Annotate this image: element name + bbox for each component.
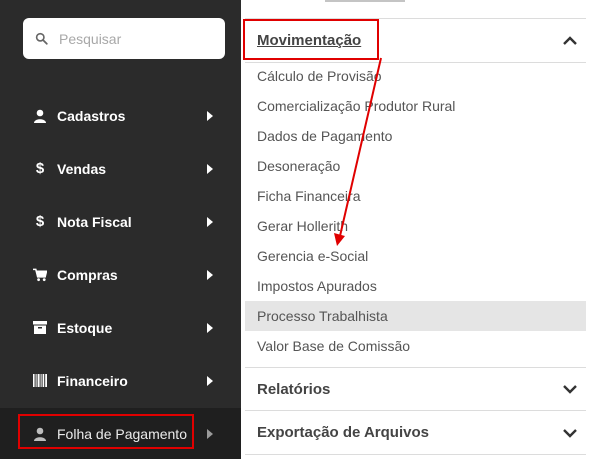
submenu-item-label: Valor Base de Comissão (257, 338, 411, 354)
submenu-item[interactable]: Comercialização Produtor Rural (245, 91, 586, 121)
user-icon (33, 427, 47, 441)
submenu-item[interactable]: Gerencia e-Social (245, 241, 586, 271)
search-icon (35, 32, 48, 45)
sidebar-item-cadastros[interactable]: Cadastros (0, 89, 241, 142)
caret-right-icon (207, 269, 213, 280)
section-relatorios[interactable]: Relatórios (245, 367, 586, 411)
submenu-item[interactable]: Valor Base de Comissão (245, 331, 586, 361)
dollar-icon: $ (35, 159, 45, 177)
sidebar-item-label: Cadastros (57, 107, 126, 124)
submenu-item-label: Impostos Apurados (257, 278, 377, 294)
caret-right-icon (207, 216, 213, 227)
sidebar-item-label: Nota Fiscal (57, 213, 132, 230)
submenu-item-label: Gerencia e-Social (257, 248, 369, 264)
submenu-item[interactable]: Gerar Hollerith (245, 211, 586, 241)
archive-icon (33, 321, 47, 335)
caret-right-icon (207, 428, 213, 439)
submenu-item[interactable]: Dados de Pagamento (245, 121, 586, 151)
submenu-item-label: Desoneração (257, 158, 341, 174)
barcode-icon (33, 374, 47, 388)
user-icon (33, 109, 47, 123)
sidebar-item-label: Financeiro (57, 372, 128, 389)
sidebar-item-label: Estoque (57, 319, 113, 336)
sidebar-item-folha-de-pagamento[interactable]: Folha de Pagamento (0, 408, 241, 459)
section-title: Movimentação (257, 32, 362, 49)
caret-right-icon (207, 375, 213, 386)
caret-right-icon (207, 322, 213, 333)
sidebar-item-compras[interactable]: Compras (0, 248, 241, 301)
submenu-panel: Movimentação Cálculo de Provisão Comerci… (241, 0, 606, 459)
caret-right-icon (207, 163, 213, 174)
caret-right-icon (207, 110, 213, 121)
submenu-item-label: Processo Trabalhista (257, 308, 388, 324)
submenu-item-label: Dados de Pagamento (257, 128, 393, 144)
submenu-item-label: Ficha Financeira (257, 188, 361, 204)
sidebar-item-label: Folha de Pagamento (57, 425, 187, 442)
submenu-item[interactable]: Desoneração (245, 151, 586, 181)
submenu-item[interactable]: Cálculo de Provisão (245, 61, 586, 91)
chevron-down-icon (563, 385, 577, 394)
search-input[interactable] (59, 30, 209, 47)
submenu-item[interactable]: Impostos Apurados (245, 271, 586, 301)
section-title: Exportação de Arquivos (257, 424, 429, 441)
cart-icon (33, 268, 47, 282)
submenu-item-highlighted[interactable]: Processo Trabalhista (245, 301, 586, 331)
submenu-item-label: Cálculo de Provisão (257, 68, 382, 84)
search-box[interactable] (23, 18, 225, 59)
previous-section-edge (245, 0, 586, 19)
sidebar-item-label: Compras (57, 266, 118, 283)
chevron-down-icon (563, 428, 577, 438)
sidebar: Cadastros $ Vendas $ Nota Fiscal Compras (0, 0, 241, 459)
dollar-icon: $ (35, 212, 45, 230)
section-exportacao-de-arquivos[interactable]: Exportação de Arquivos (245, 411, 586, 455)
sidebar-item-estoque[interactable]: Estoque (0, 301, 241, 354)
section-movimentacao[interactable]: Movimentação (245, 19, 586, 63)
section-title: Relatórios (257, 380, 331, 398)
submenu-item-label: Comercialização Produtor Rural (257, 98, 456, 114)
sidebar-item-label: Vendas (57, 160, 107, 177)
submenu-item-label: Gerar Hollerith (257, 218, 349, 234)
submenu-item[interactable]: Ficha Financeira (245, 181, 586, 211)
sidebar-item-vendas[interactable]: $ Vendas (0, 142, 241, 195)
sidebar-item-nota-fiscal[interactable]: $ Nota Fiscal (0, 195, 241, 248)
chevron-up-icon (563, 35, 577, 45)
sidebar-item-financeiro[interactable]: Financeiro (0, 354, 241, 407)
